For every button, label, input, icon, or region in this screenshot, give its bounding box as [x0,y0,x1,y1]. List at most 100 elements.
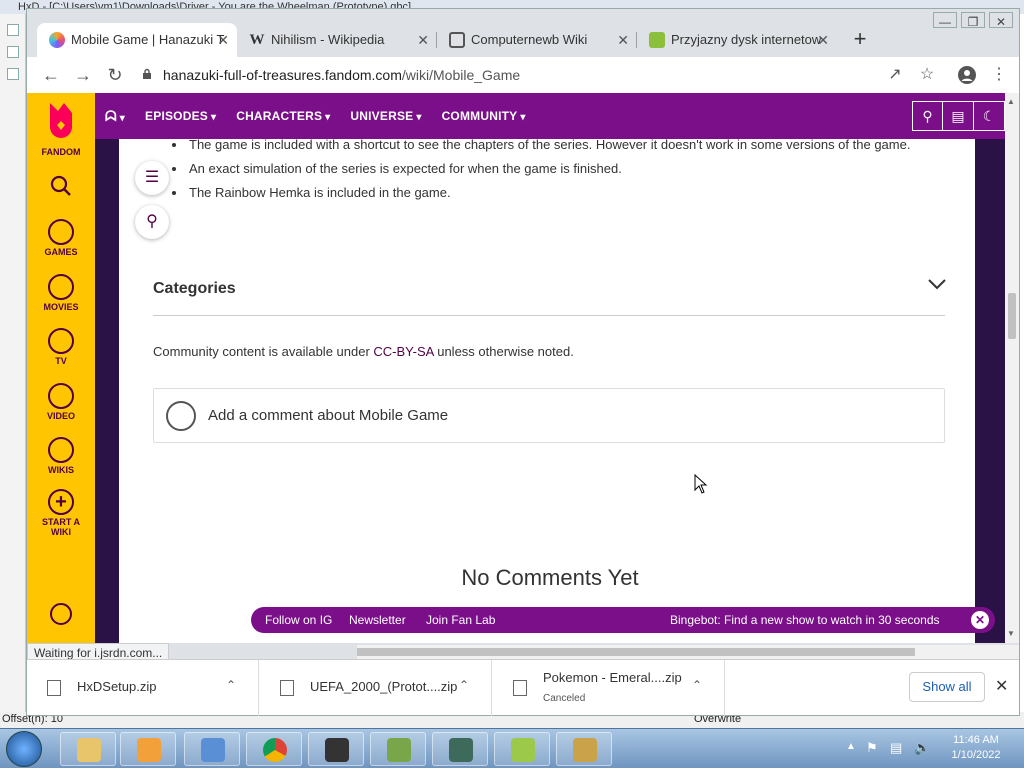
rail-item-start-wiki[interactable]: + START A WIKI [27,489,95,537]
close-icon[interactable]: ✕ [817,23,829,57]
categories-title[interactable]: Categories [153,280,236,298]
close-icon[interactable]: ✕ [217,23,229,57]
rail-item-games[interactable]: GAMES [27,219,95,257]
fandom-logo[interactable]: FANDOM [27,101,95,157]
taskbar-hxd[interactable] [556,732,612,766]
start-button[interactable] [6,731,42,767]
rail-item-label: VIDEO [46,411,75,421]
comment-placeholder: Add a comment about Mobile Game [208,407,449,424]
taskbar-app-monitor[interactable] [432,732,488,766]
follow-ig-link[interactable]: Follow on IG [265,613,332,627]
disk-icon [649,32,665,48]
flag-icon[interactable]: ⚑ [866,740,878,756]
plus-circle-icon: + [48,489,74,515]
tab-mobile-game[interactable]: Mobile Game | Hanazuki T ✕ [37,23,237,57]
wiki-search-icon[interactable]: ⚲ [912,101,943,131]
theme-moon-icon[interactable]: ☾ [974,101,1005,131]
menu-kebab-icon[interactable]: ⋮ [987,63,1011,87]
vertical-scrollbar[interactable]: ▲ ▼ [1005,93,1019,643]
scroll-thumb[interactable] [1008,293,1016,339]
taskbar-control-panel[interactable] [184,732,240,766]
fandom-logo-label: FANDOM [41,147,81,157]
maximize-button[interactable]: ❐ [961,12,985,29]
file-icon [7,68,19,80]
new-tab-button[interactable]: + [845,23,875,57]
chevron-down-icon[interactable] [927,277,947,297]
newsletter-link[interactable]: Newsletter [349,613,406,627]
taskbar-explorer[interactable] [60,732,116,766]
rail-item-wikis[interactable]: WIKIS [27,437,95,475]
forward-icon[interactable]: → [71,63,95,87]
profile-icon[interactable] [955,63,979,87]
network-icon[interactable]: ▤ [890,740,902,756]
chevron-up-icon[interactable]: ⌃ [692,678,702,692]
wiki-tools: ⚲ ▤ ☾ [912,101,1005,131]
rail-item-movies[interactable]: MOVIES [27,274,95,312]
close-icon[interactable]: ✕ [617,23,629,57]
rail-item-tv[interactable]: TV [27,328,95,366]
tab-przyjazny[interactable]: Przyjazny dysk internetow ✕ [637,23,837,57]
download-status: Canceled [543,693,586,704]
scroll-up-icon[interactable]: ▲ [1007,97,1015,106]
file-icon [7,24,19,36]
fandom-global-nav: FANDOM GAMES MOVIES TV VIDEO WIKIS + STA… [27,93,95,643]
tray-arrow-icon[interactable]: ▲ [846,741,856,752]
user-icon [50,603,72,625]
tab-nihilism[interactable]: W Nihilism - Wikipedia ✕ [237,23,437,57]
search-icon [50,175,71,196]
taskbar-media[interactable] [120,732,176,766]
close-icon[interactable]: ✕ [417,23,429,57]
taskbar-app-notepad[interactable] [494,732,550,766]
tv-icon [48,328,74,354]
app-icon [511,738,535,762]
window-controls: — ❐ ✕ [933,11,1013,29]
close-icon[interactable]: ✕ [971,611,989,629]
tab-computernewb[interactable]: Computernewb Wiki ✕ [437,23,637,57]
discussions-icon[interactable]: ▤ [943,101,974,131]
volume-icon[interactable]: 🔈 [914,740,930,756]
rail-item-label: TV [55,356,67,366]
book-icon [48,437,74,463]
download-item[interactable]: HxDSetup.zip ⌃ [27,660,259,716]
rail-item-video[interactable]: VIDEO [27,383,95,421]
close-window-button[interactable]: ✕ [989,12,1013,29]
rail-user[interactable] [27,603,95,627]
play-icon [48,383,74,409]
license-notice: Community content is available under CC-… [153,344,574,359]
back-icon[interactable]: ← [39,63,63,87]
chevron-up-icon[interactable]: ⌃ [459,678,469,692]
join-fan-lab-link[interactable]: Join Fan Lab [426,613,495,627]
taskbar-app-tools[interactable] [370,732,426,766]
download-item[interactable]: UEFA_2000_(Protot....zip ⌃ [260,660,492,716]
reload-icon[interactable]: ↻ [103,63,127,87]
article-content: The game is included with a shortcut to … [119,137,975,643]
lock-icon[interactable]: ⚲ [135,205,169,239]
close-icon[interactable]: ✕ [995,676,1008,696]
bingebot-link[interactable]: Bingebot: Find a new show to watch in 30… [670,613,940,627]
table-of-contents-icon[interactable]: ☰ [135,161,169,195]
address-bar[interactable]: hanazuki-full-of-treasures.fandom.com/wi… [135,60,935,90]
mouse-cursor-icon [694,474,708,494]
clock[interactable]: 11:46 AM 1/10/2022 [940,733,1012,763]
rail-search[interactable] [27,175,95,199]
fandom-promo-bar: Follow on IG Newsletter Join Fan Lab Bin… [251,607,995,633]
comment-input[interactable]: Add a comment about Mobile Game [153,388,945,443]
horizontal-scrollbar[interactable] [357,645,1019,659]
show-all-button[interactable]: Show all [909,672,985,702]
chevron-up-icon[interactable]: ⌃ [226,678,236,692]
scroll-thumb[interactable] [357,648,915,656]
wiki-home-icon[interactable]: ᗣ [105,108,125,125]
nav-characters[interactable]: CHARACTERS [236,109,330,123]
minimize-button[interactable]: — [933,12,957,29]
share-icon[interactable]: ↗ [883,63,907,87]
scroll-down-icon[interactable]: ▼ [1007,629,1015,638]
nav-universe[interactable]: UNIVERSE [350,109,421,123]
bookmark-star-icon[interactable]: ☆ [915,63,939,87]
license-link[interactable]: CC-BY-SA [373,344,433,359]
taskbar-chrome[interactable] [246,732,302,766]
download-item[interactable]: Pokemon - Emeral....zip Canceled ⌃ [493,660,725,716]
nav-episodes[interactable]: EPISODES [145,109,216,123]
tab-label: Mobile Game | Hanazuki T [71,32,225,47]
taskbar-app-cross[interactable] [308,732,364,766]
nav-community[interactable]: COMMUNITY [442,109,526,123]
